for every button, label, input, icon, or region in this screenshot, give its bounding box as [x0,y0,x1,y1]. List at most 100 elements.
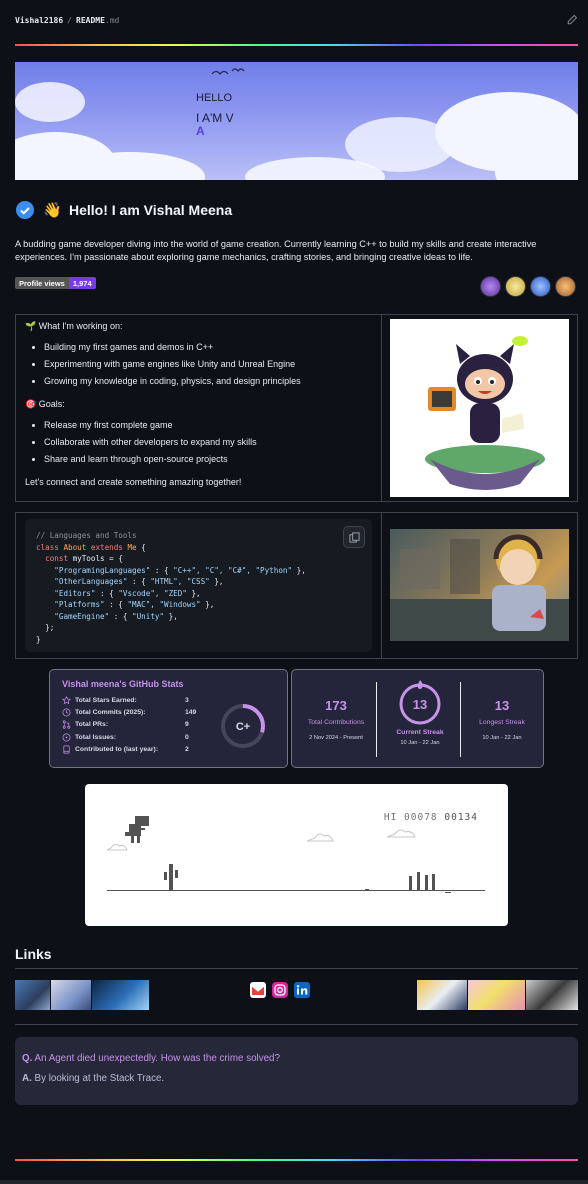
fire-icon [417,680,423,689]
achievement-badges [480,276,576,297]
question-text: An Agent died unexpectedly. How was the … [34,1053,280,1064]
linkedin-icon[interactable] [294,982,310,998]
streak-ring: 13 [399,680,441,725]
current-streak: 13 Current Streak 10 Jan - 22 Jan [382,670,458,769]
longest-value: 13 [494,698,510,713]
about-cell: 🌱 What I'm working on: Building my first… [15,314,382,502]
waving-hand-icon: 👋 [43,202,62,219]
anime-gif [92,980,149,1010]
typing-text: HELLO I A'M V A [196,92,234,138]
question-prefix: Q. [22,1053,33,1064]
repo-link[interactable]: Vishal2186 [15,16,63,25]
dino-icon [125,816,149,843]
stat-value: 3 [185,696,189,704]
cactus-cluster-icon [409,872,435,890]
code-base-class: Me [127,542,137,552]
stats-title: Vishal meena's GitHub Stats [62,679,184,689]
rainbow-divider [15,1159,578,1161]
page-title: Hello! I am Vishal Meena [69,202,233,218]
views-count: 1,974 [68,277,96,289]
stat-label: Contributed to (last year): [75,745,159,753]
octocat-illustration [390,319,569,497]
code-values: "Unity" [132,611,165,621]
code-values: "Vscode", "ZED" [118,588,187,598]
gif-strip-right [417,980,578,1010]
repo-icon [63,745,70,754]
code-keyword: const [45,554,69,563]
links-heading: Links [15,946,52,962]
star-icon [62,695,71,704]
joke-question: Q. An Agent died unexpectedly. How was t… [22,1053,571,1064]
copy-button[interactable] [343,526,365,548]
cloud-icon [106,843,128,851]
divider [376,682,377,757]
hi-score: 00078 [404,812,438,823]
anime-gif [51,980,91,1010]
code-block: // Languages and Tools class About exten… [25,519,372,652]
stat-label: Total Issues: [75,733,117,741]
instagram-icon[interactable] [272,982,288,998]
code-keyword: class [36,542,59,552]
octocat-art [425,336,545,490]
file-name: README [76,15,105,25]
greeting-heading: 👋 Hello! I am Vishal Meena [15,200,232,220]
stat-value: 9 [185,721,189,729]
banner-line-1: HELLO [196,92,233,104]
gmail-icon[interactable] [250,982,266,998]
longest-label: Longest Streak [479,719,525,726]
verified-badge-icon [16,201,34,219]
dino-game: HI 00078 00134 [85,784,508,926]
stat-value: 2 [185,745,189,753]
code-values: "C++", "C", "C#", "Python" [173,565,293,575]
dino-scene [106,816,485,893]
list-item: Experimenting with game engines like Uni… [44,356,372,373]
code-key: "GameEngine" [54,611,110,621]
answer-text: By looking at the Stack Trace. [34,1073,165,1084]
breadcrumb: Vishal2186 / README .md [15,12,578,28]
list-item: Share and learn through open-source proj… [44,451,372,468]
dino-score: HI 00078 00134 [384,812,478,823]
history-icon [62,708,71,717]
file-extension: .md [104,15,120,25]
list-item: Building my first games and demos in C++ [44,339,372,356]
achievement-badge[interactable] [480,276,501,297]
longest-streak: 13 Longest Streak 10 Jan - 22 Jan [464,670,540,769]
code-variable: myTools [72,554,105,563]
profile-views-badge: Profile views 1,974 [15,277,96,289]
anime-coder-art [390,534,569,641]
social-links [250,982,310,998]
anime-gif [526,980,578,1010]
working-list: Building my first games and demos in C++… [44,339,372,390]
total-range: 2 Nov 2024 - Present [309,735,363,741]
current-score: 00134 [444,812,478,823]
typing-cursor: A [196,124,205,138]
achievement-badge[interactable] [530,276,551,297]
achievement-badge[interactable] [505,276,526,297]
list-item: Collaborate with other developers to exp… [44,434,372,451]
achievement-badge[interactable] [555,276,576,297]
anime-gif [417,980,467,1010]
cloud-icon [386,829,416,838]
current-label: Current Streak [396,729,444,736]
hi-label: HI [383,812,398,823]
issue-icon [62,733,71,741]
joke-answer: A. By looking at the Stack Trace. [22,1073,571,1084]
code-values: "HTML", "CSS" [150,577,210,586]
divider [15,1024,578,1025]
code-keyword: extends [90,542,123,552]
page-footer-edge [0,1180,588,1184]
code-class-name: About [63,542,87,552]
cloud-icon [306,833,334,842]
total-label: Total Contributions [307,719,365,726]
cactus-icon [164,864,178,890]
intro-paragraph: A budding game developer diving into the… [15,239,537,262]
code-key: "Editors" [54,588,96,598]
list-item: Growing my knowledge in coding, physics,… [44,373,372,390]
breadcrumb-separator: / [67,15,72,25]
gif-strip-left [15,980,149,1010]
code-key: "ProgramingLanguages" [54,565,151,575]
total-value: 173 [325,698,347,713]
pencil-icon[interactable] [566,14,578,26]
divider [15,968,578,969]
stat-label: Total PRs: [75,721,109,729]
